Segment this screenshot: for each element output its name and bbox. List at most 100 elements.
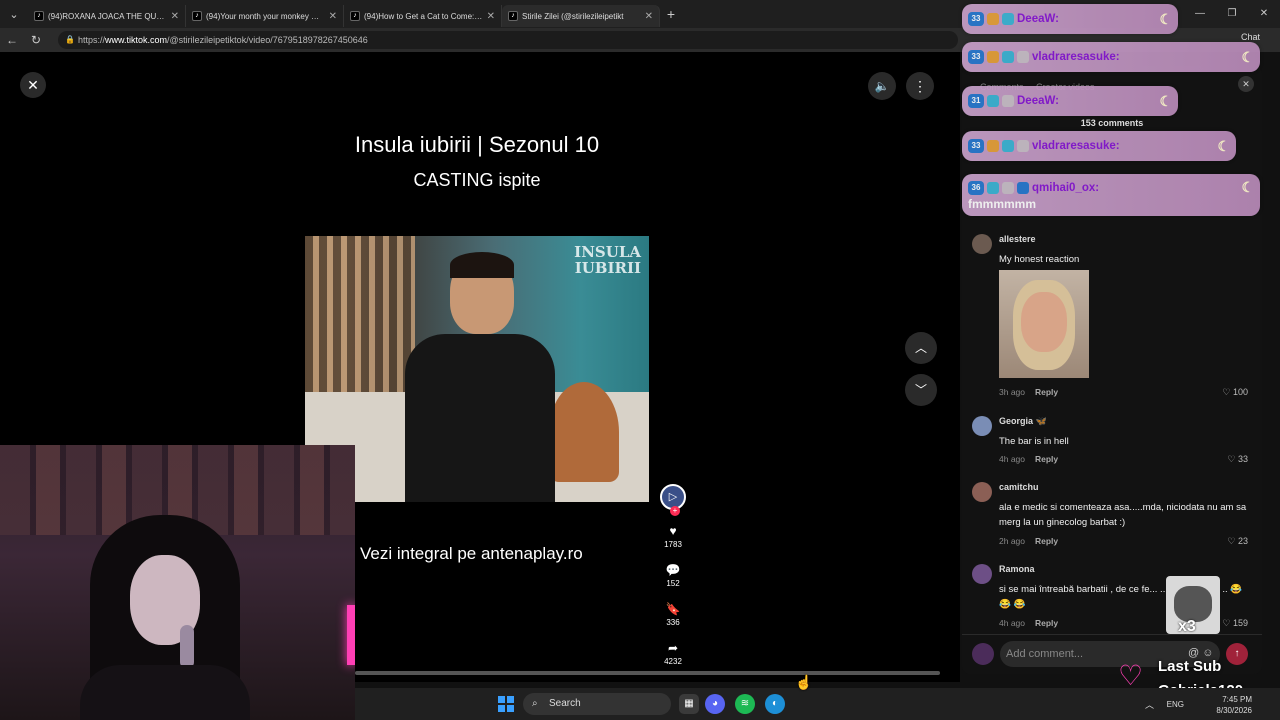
heart-icon: ♥ [669, 524, 677, 538]
spotify-icon[interactable]: ≋ [735, 694, 755, 714]
search-icon: ⌕ [532, 698, 538, 709]
heart-outline-icon: ♡ [1118, 660, 1144, 691]
taskbar-search[interactable]: ⌕ Search [523, 693, 671, 715]
avatar[interactable] [972, 234, 992, 254]
video-frame[interactable]: INSULA IUBIRII [305, 236, 649, 502]
comment-user[interactable]: Ramona [999, 564, 1035, 574]
previous-video-button[interactable]: ︿ [905, 332, 937, 364]
mouse-cursor-icon: ☝ [795, 674, 813, 690]
video-caption: Vezi integral pe antenaplay.ro [360, 544, 583, 563]
badge-icon [1002, 140, 1014, 152]
language-indicator[interactable]: ENG [1167, 700, 1184, 709]
avatar[interactable] [972, 564, 992, 584]
like-count: 23 [1237, 536, 1248, 546]
url-host: www.tiktok.com [105, 35, 168, 45]
streamer-figure [80, 515, 250, 720]
close-window-icon[interactable]: ✕ [1248, 0, 1280, 28]
cat-face [1174, 586, 1212, 622]
edge-icon[interactable]: ◐ [765, 694, 785, 714]
browser-tab-3[interactable]: ♪ (94)How to Get a Cat to Come: Sa ✕ [344, 5, 502, 27]
moon-icon: ☾ [1159, 10, 1172, 27]
tab-title: (94)Your month your monkey 🐒 # [206, 11, 325, 21]
close-tab-icon[interactable]: ✕ [171, 11, 179, 22]
new-tab-button[interactable]: + [660, 6, 682, 22]
tab-title: (94)ROXANA JOACA THE QUARRY [48, 11, 167, 21]
like-count: 33 [1237, 454, 1248, 464]
level-badge: 33 [968, 50, 984, 64]
share-count: 4232 [664, 657, 682, 666]
reply-button[interactable]: Reply [1035, 536, 1058, 546]
gift-icon [1017, 140, 1029, 152]
refresh-icon[interactable]: ↻ [24, 33, 48, 47]
cat-emote: x3 [1166, 576, 1220, 635]
save-count: 336 [666, 618, 680, 627]
close-tab-icon[interactable]: ✕ [645, 11, 653, 22]
comment-user[interactable]: Georgia 🦋 [999, 416, 1047, 427]
tray-overflow-icon[interactable]: ︿ [1145, 698, 1154, 711]
url-path: /@stirilezileipetiktok/video/76795189782… [167, 35, 368, 45]
badge-icon [987, 181, 999, 194]
avatar[interactable] [972, 416, 992, 436]
reaction-gif[interactable] [999, 270, 1089, 378]
maximize-icon[interactable]: ❐ [1216, 0, 1248, 28]
close-video-button[interactable]: ✕ [20, 72, 46, 98]
comment-likes[interactable]: ♡ 159 [1222, 618, 1248, 629]
my-avatar [972, 643, 994, 665]
reply-button[interactable]: Reply [1035, 454, 1058, 464]
comment-likes[interactable]: ♡ 33 [1227, 454, 1248, 465]
url-field[interactable]: 🔒 https://www.tiktok.com/@stirilezileipet… [58, 31, 958, 49]
like-action[interactable]: ♥ 1783 [656, 524, 690, 549]
taskbar: ⌕ Search ▦ ◕ ≋ ◐ ︿ ENG 7:45 PM 8/30/2026 [355, 688, 1280, 720]
comment-likes[interactable]: ♡ 23 [1227, 536, 1248, 547]
man-figure [395, 252, 565, 502]
close-tab-icon[interactable]: ✕ [329, 11, 337, 22]
comment-meta: 2h ago Reply [999, 536, 1058, 546]
tiktok-icon: ♪ [350, 11, 360, 21]
discord-icon[interactable]: ◕ [705, 694, 725, 714]
tab-title: Stirile Zilei (@stirilezileipetikt [522, 11, 624, 21]
follow-plus-icon[interactable]: + [670, 506, 680, 516]
comment-meta: 4h ago Reply [999, 618, 1058, 628]
more-options-icon[interactable]: ⋮ [906, 72, 934, 100]
comment-time: 4h ago [999, 454, 1025, 464]
comments-count: 153 comments [1080, 118, 1144, 128]
comment-time: 4h ago [999, 618, 1025, 628]
next-video-button[interactable]: ﹀ [905, 374, 937, 406]
gift-icon [1017, 51, 1029, 63]
gift-icon [1002, 95, 1014, 107]
url-prefix: https:// [78, 35, 106, 45]
comment-likes[interactable]: ♡ 100 [1222, 387, 1248, 398]
clock[interactable]: 7:45 PM 8/30/2026 [1216, 694, 1252, 716]
avatar[interactable] [972, 482, 992, 502]
volume-icon[interactable]: 🔈 [868, 72, 896, 100]
sword-icon [1017, 181, 1029, 194]
back-icon[interactable]: ← [0, 33, 24, 47]
browser-tab-2[interactable]: ♪ (94)Your month your monkey 🐒 # ✕ [186, 5, 344, 27]
share-action[interactable]: ➦ 4232 [656, 641, 690, 666]
comment-text: My honest reaction [999, 254, 1080, 265]
close-tab-icon[interactable]: ✕ [487, 11, 495, 22]
close-panel-icon[interactable]: ✕ [1238, 76, 1254, 92]
comment-action[interactable]: 💬 152 [656, 563, 690, 588]
browser-tab-4[interactable]: ♪ Stirile Zilei (@stirilezileipetikt ✕ [502, 5, 660, 27]
reply-button[interactable]: Reply [1035, 387, 1058, 397]
browser-tab-1[interactable]: ♪ (94)ROXANA JOACA THE QUARRY ✕ [28, 5, 186, 27]
creator-avatar[interactable]: ▷ + [660, 484, 686, 516]
logo-line2: IUBIRII [574, 259, 641, 277]
comment-user[interactable]: camitchu [999, 482, 1039, 492]
video-progress-bar[interactable] [355, 671, 940, 675]
led-light [347, 605, 355, 665]
comment-user[interactable]: allestere [999, 234, 1036, 244]
windows-start-icon[interactable] [498, 696, 514, 712]
tab-list-chevron-icon[interactable]: ⌄ [0, 0, 28, 28]
minimize-icon[interactable]: — [1184, 0, 1216, 28]
moon-icon: ☾ [1217, 137, 1230, 154]
moon-icon: ☾ [1241, 48, 1254, 65]
save-action[interactable]: 🔖 336 [656, 602, 690, 627]
headset [180, 625, 194, 669]
file-explorer-icon[interactable]: ▦ [679, 694, 699, 714]
chat-button[interactable]: Chat [1241, 32, 1260, 42]
comment-item: allestere My honest reaction 3h ago Reply… [972, 234, 1252, 404]
tiktok-icon: ♪ [508, 11, 518, 21]
reply-button[interactable]: Reply [1035, 618, 1058, 628]
